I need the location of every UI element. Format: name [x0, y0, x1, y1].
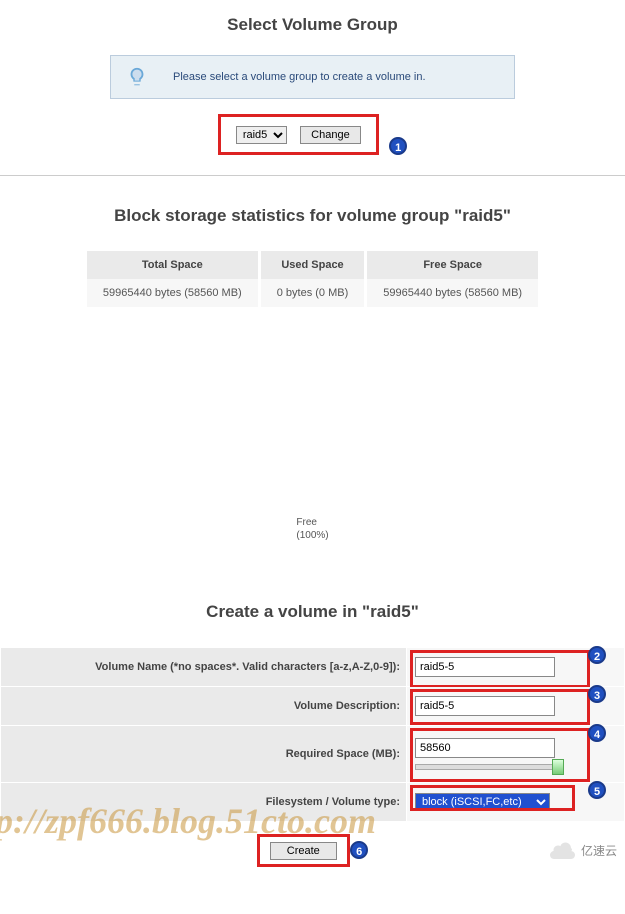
col-free: Free Space: [367, 251, 538, 279]
stats-section: Block storage statistics for volume grou…: [0, 191, 625, 572]
hint-text: Please select a volume group to create a…: [173, 71, 426, 83]
cloud-icon: [549, 841, 577, 859]
create-button[interactable]: Create: [270, 842, 337, 860]
label-space: Required Space (MB):: [1, 726, 406, 782]
space-slider[interactable]: [415, 764, 560, 770]
stats-table: Total Space Used Space Free Space 599654…: [84, 251, 541, 307]
annotation-marker-4: 4: [588, 724, 606, 742]
table-row: 59965440 bytes (58560 MB) 0 bytes (0 MB)…: [87, 279, 538, 307]
vg-select-highlight: raid5 Change: [218, 114, 379, 155]
create-form: Volume Name (*no spaces*. Valid characte…: [0, 647, 625, 822]
create-title: Create a volume in "raid5": [0, 587, 625, 632]
label-fstype: Filesystem / Volume type:: [1, 783, 406, 821]
col-total: Total Space: [87, 251, 258, 279]
create-volume-section: Create a volume in "raid5" Volume Name (…: [0, 587, 625, 867]
stats-title: Block storage statistics for volume grou…: [0, 191, 625, 236]
annotation-marker-3: 3: [588, 685, 606, 703]
volume-name-input[interactable]: [415, 657, 555, 677]
annotation-marker-1: 1: [389, 137, 407, 155]
chart-pct: (100%): [296, 530, 328, 541]
change-button[interactable]: Change: [300, 126, 361, 144]
val-total: 59965440 bytes (58560 MB): [87, 279, 258, 307]
fstype-select[interactable]: block (iSCSI,FC,etc): [415, 793, 550, 811]
val-used: 0 bytes (0 MB): [261, 279, 365, 307]
vg-select[interactable]: raid5: [236, 126, 287, 144]
val-free: 59965440 bytes (58560 MB): [367, 279, 538, 307]
select-vg-title: Select Volume Group: [0, 0, 625, 45]
chart-label: Free: [296, 517, 317, 528]
col-used: Used Space: [261, 251, 365, 279]
required-space-input[interactable]: [415, 738, 555, 758]
watermark-brand: 亿速云: [549, 841, 617, 859]
volume-desc-input[interactable]: [415, 696, 555, 716]
hint-box: Please select a volume group to create a…: [110, 55, 515, 99]
usage-chart: Free (100%): [0, 322, 625, 552]
annotation-marker-6: 6: [350, 841, 368, 859]
lightbulb-icon: [126, 66, 148, 88]
slider-handle-icon[interactable]: [552, 759, 564, 775]
label-voldesc: Volume Description:: [1, 687, 406, 725]
annotation-marker-2: 2: [588, 646, 606, 664]
label-volname: Volume Name (*no spaces*. Valid characte…: [1, 648, 406, 686]
annotation-marker-5: 5: [588, 781, 606, 799]
create-highlight: Create: [257, 834, 350, 867]
select-vg-section: Select Volume Group Please select a volu…: [0, 0, 625, 176]
